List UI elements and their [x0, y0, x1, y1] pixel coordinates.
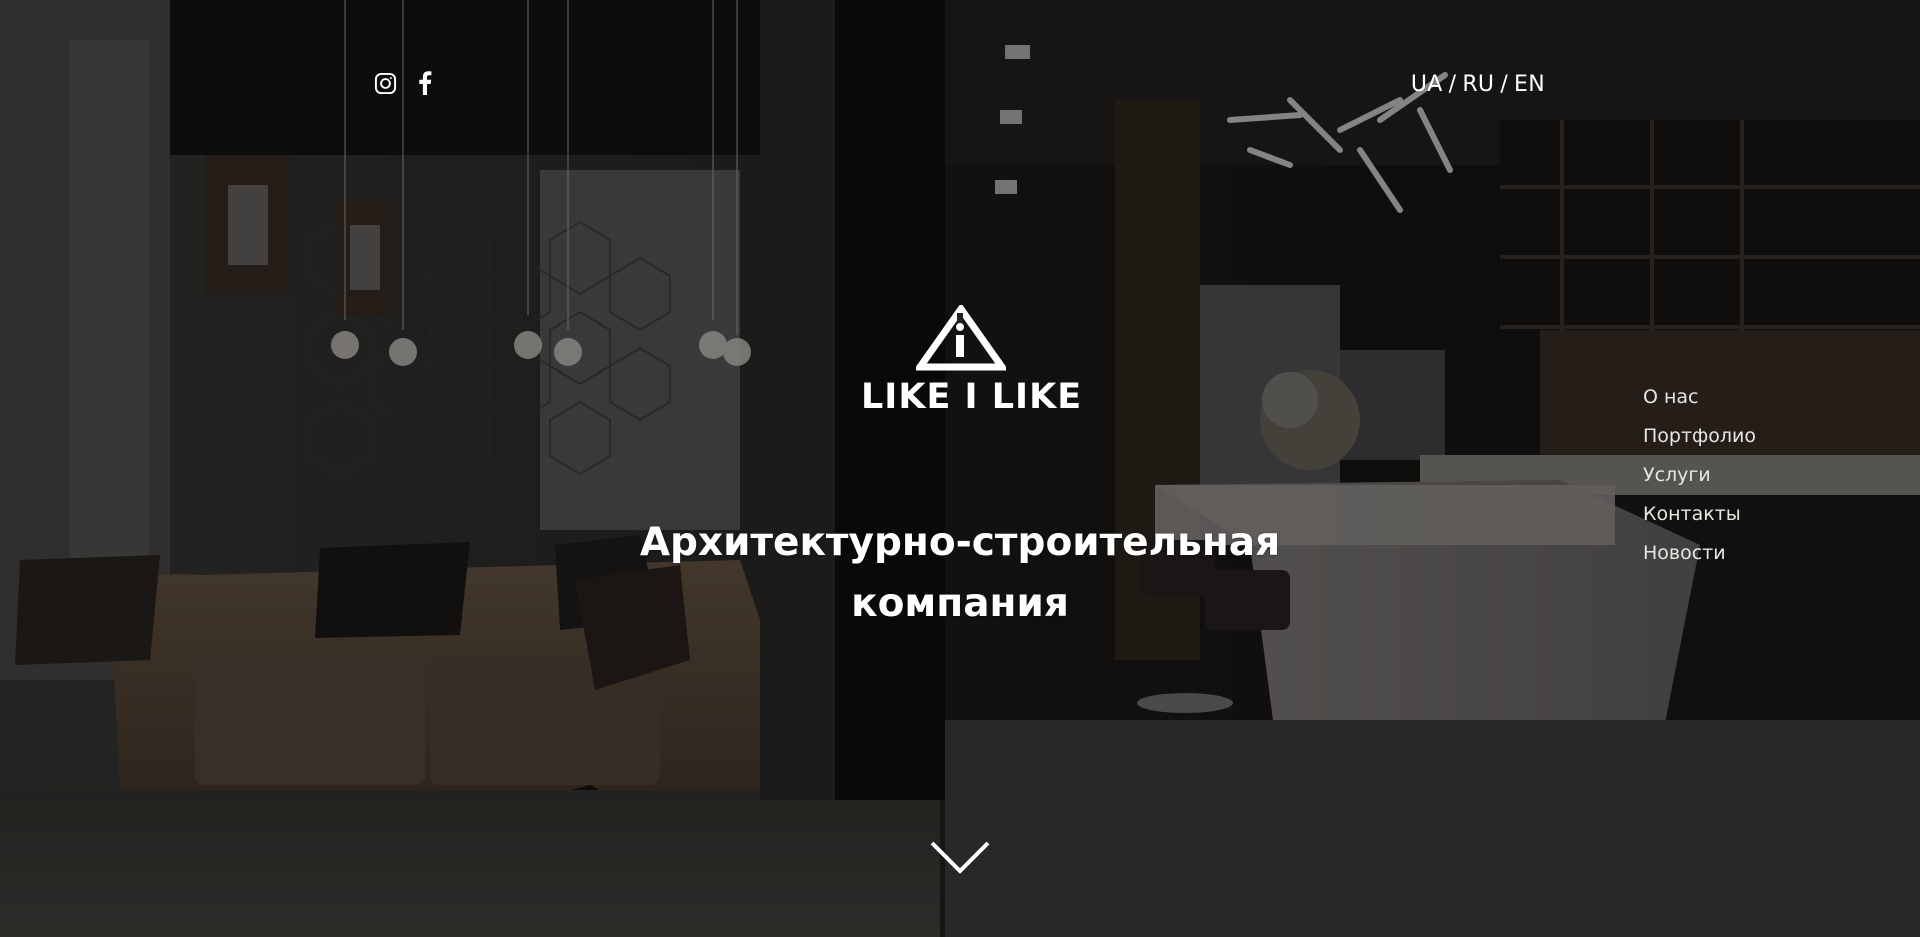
- nav-item-contacts[interactable]: Контакты: [1643, 495, 1756, 534]
- lang-ru-link[interactable]: RU: [1462, 72, 1494, 97]
- nav-item-news[interactable]: Новости: [1643, 534, 1756, 573]
- logo-mark-icon: [916, 305, 1006, 371]
- nav-item-portfolio[interactable]: Портфолио: [1643, 417, 1756, 456]
- site-logo[interactable]: LIKE I LIKE: [861, 305, 1083, 417]
- top-bar: UA / RU / EN: [0, 0, 1920, 120]
- headline-line-1: Архитектурно-строительная: [639, 520, 1281, 565]
- language-switcher: UA / RU / EN: [1411, 72, 1545, 97]
- chevron-down-icon: [930, 841, 990, 874]
- facebook-icon[interactable]: [413, 71, 437, 95]
- instagram-icon[interactable]: [373, 71, 397, 95]
- lang-ua-link[interactable]: UA: [1411, 72, 1443, 97]
- hero-section: UA / RU / EN LIKE I LIKE Архитектурно-строит…: [0, 0, 1920, 937]
- headline-line-2: компания: [851, 581, 1069, 626]
- lang-separator: /: [1500, 72, 1509, 97]
- lang-en-link[interactable]: EN: [1514, 72, 1545, 97]
- social-links: [373, 71, 437, 95]
- logo-text: LIKE I LIKE: [861, 377, 1083, 417]
- nav-item-services[interactable]: Услуги: [1643, 456, 1756, 495]
- lang-separator: /: [1448, 72, 1457, 97]
- background-interior-image: [0, 0, 1920, 937]
- nav-item-about[interactable]: О нас: [1643, 378, 1756, 417]
- hero-headline: Архитектурно-строительная компания: [560, 512, 1360, 634]
- scroll-down-button[interactable]: [929, 840, 991, 876]
- main-nav: О нас Портфолио Услуги Контакты Новости: [1643, 378, 1756, 573]
